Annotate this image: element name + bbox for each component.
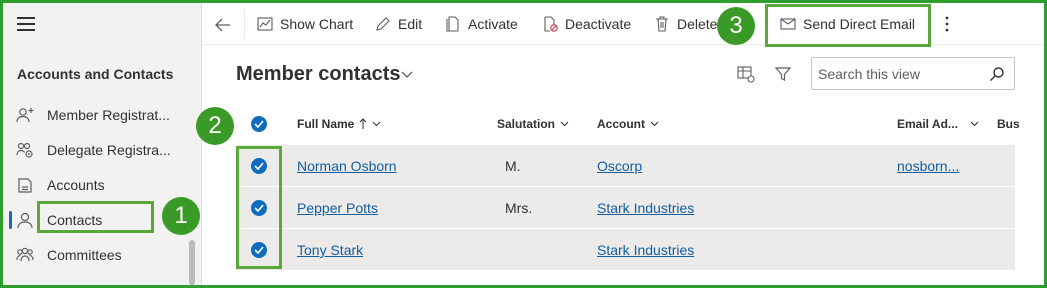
sort-ascending-icon: [360, 118, 367, 129]
sidebar-item-label: Accounts: [47, 177, 105, 193]
document-activate-icon: [446, 16, 459, 32]
email-icon: [780, 18, 796, 30]
checkmark-icon: [254, 204, 264, 212]
active-indicator: [9, 211, 12, 229]
full-name-link[interactable]: Norman Osborn: [297, 158, 397, 174]
sidebar: Accounts and Contacts Member Registrat..…: [3, 3, 202, 285]
checkmark-icon: [254, 246, 264, 254]
account-link[interactable]: Oscorp: [597, 158, 642, 174]
column-header-email[interactable]: Email Ad...: [897, 117, 979, 131]
chevron-down-icon[interactable]: [401, 68, 413, 80]
checkmark-icon: [254, 162, 264, 170]
send-direct-email-button[interactable]: Send Direct Email: [780, 11, 915, 37]
edit-columns-icon[interactable]: [736, 64, 756, 84]
delete-button[interactable]: Delete: [654, 11, 717, 37]
chevron-down-icon: [650, 121, 659, 127]
document-icon: [18, 178, 32, 193]
table-row[interactable]: Tony Stark Stark Industries: [236, 229, 1015, 271]
person-icon: [17, 212, 33, 228]
view-title[interactable]: Member contacts: [236, 63, 401, 86]
filter-icon[interactable]: [773, 64, 793, 84]
row-checkbox[interactable]: [251, 242, 267, 258]
sidebar-item-label: Committees: [47, 247, 122, 263]
search-box: [811, 57, 1015, 90]
salutation-cell: Mrs.: [505, 200, 533, 216]
more-options-icon[interactable]: [940, 13, 954, 35]
column-header-business-phone[interactable]: Bus: [997, 117, 1020, 131]
annotation-marker-2: 2: [196, 107, 234, 145]
account-link[interactable]: Stark Industries: [597, 242, 694, 258]
people-settings-icon: [16, 142, 33, 158]
show-chart-button[interactable]: Show Chart: [257, 11, 353, 37]
table-row[interactable]: Pepper Potts Mrs. Stark Industries: [236, 187, 1015, 229]
full-name-link[interactable]: Tony Stark: [297, 242, 363, 258]
sidebar-section-title: Accounts and Contacts: [17, 66, 174, 82]
row-checkbox[interactable]: [251, 158, 267, 174]
hamburger-menu-icon[interactable]: [17, 17, 35, 31]
search-icon[interactable]: [989, 66, 1005, 82]
people-team-icon: [16, 247, 34, 262]
search-input[interactable]: [818, 64, 978, 84]
full-name-link[interactable]: Pepper Potts: [297, 200, 378, 216]
chevron-down-icon: [970, 121, 979, 127]
command-bar: Show Chart Edit Activate Deactivate Dele…: [203, 3, 1044, 45]
trash-icon: [656, 16, 668, 32]
document-deactivate-icon: [544, 16, 558, 32]
annotation-marker-3: 3: [717, 7, 755, 45]
annotation-marker-1: 1: [162, 197, 200, 235]
chevron-down-icon: [373, 121, 381, 127]
sidebar-item-delegate-registrations[interactable]: Delegate Registra...: [3, 133, 191, 167]
grid-body: Norman Osborn M. Oscorp nosborn... Peppe…: [236, 145, 1015, 271]
person-add-icon: [16, 108, 34, 123]
table-row[interactable]: Norman Osborn M. Oscorp nosborn...: [236, 145, 1015, 187]
grid-header: Full Name Salutation Account Email Ad...…: [236, 104, 1020, 144]
toolbar-divider: [244, 9, 245, 39]
column-header-salutation[interactable]: Salutation: [497, 117, 569, 131]
sidebar-item-label: Contacts: [47, 212, 103, 228]
row-checkbox[interactable]: [251, 200, 267, 216]
edit-button[interactable]: Edit: [375, 11, 422, 37]
sidebar-item-member-registrations[interactable]: Member Registrat...: [3, 98, 191, 132]
checkmark-icon: [254, 120, 264, 128]
sidebar-item-label: Delegate Registra...: [47, 142, 171, 158]
back-arrow-icon[interactable]: [213, 15, 233, 35]
email-link[interactable]: nosborn...: [897, 158, 959, 174]
select-all-checkbox[interactable]: [251, 116, 267, 132]
column-header-account[interactable]: Account: [597, 117, 659, 131]
sidebar-item-committees[interactable]: Committees: [3, 238, 191, 272]
chevron-down-icon: [560, 121, 569, 127]
sidebar-scrollbar[interactable]: [189, 240, 195, 285]
salutation-cell: M.: [505, 158, 521, 174]
column-header-full-name[interactable]: Full Name: [297, 117, 381, 131]
account-link[interactable]: Stark Industries: [597, 200, 694, 216]
pencil-icon: [376, 17, 390, 31]
chart-icon: [257, 17, 273, 31]
deactivate-button[interactable]: Deactivate: [542, 11, 631, 37]
activate-button[interactable]: Activate: [445, 11, 518, 37]
sidebar-item-accounts[interactable]: Accounts: [3, 168, 191, 202]
sidebar-item-label: Member Registrat...: [47, 107, 170, 123]
